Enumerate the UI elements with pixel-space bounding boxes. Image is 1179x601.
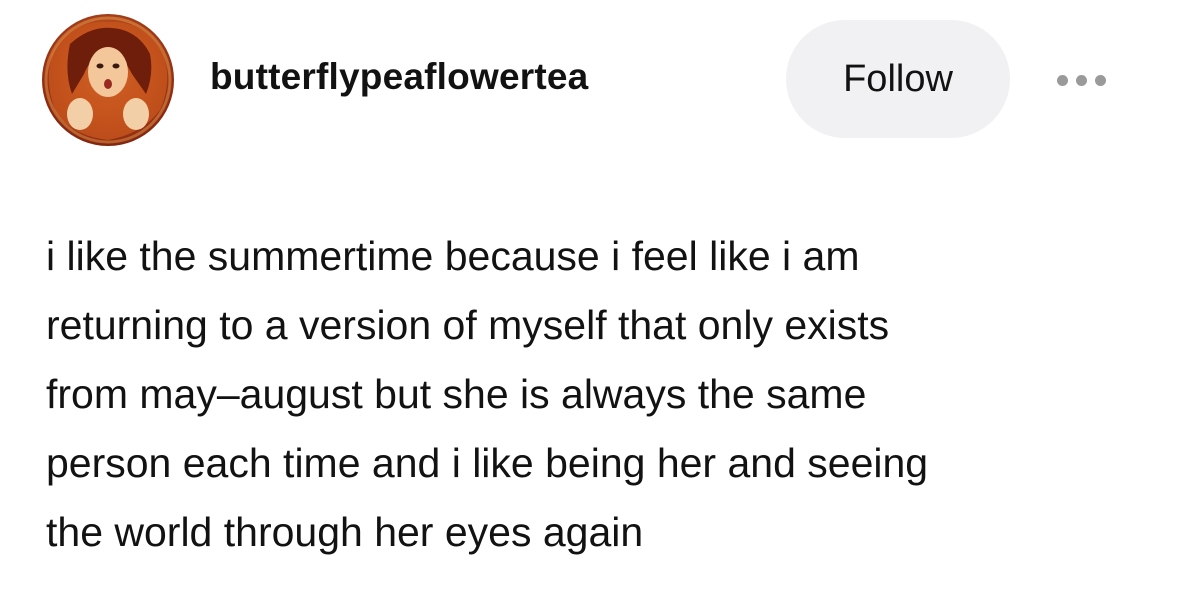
dot [1056, 74, 1068, 86]
avatar-image [44, 16, 172, 144]
post-text-line: returning to a version of myself that on… [46, 302, 890, 348]
post-body-text: i like the summertime because i feel lik… [46, 222, 1146, 567]
post-text-line: the world through her eyes again [46, 509, 644, 555]
follow-button[interactable]: Follow [786, 20, 1010, 138]
post-card: butterflypeaflowertea Follow i like the … [0, 0, 1179, 601]
dot [1075, 74, 1087, 86]
post-text-line: from may–august but she is always the sa… [46, 371, 867, 417]
dot [1094, 74, 1106, 86]
post-text-line: i like the summertime because i feel lik… [46, 233, 860, 279]
avatar[interactable] [42, 14, 174, 146]
more-options-icon[interactable] [1046, 62, 1116, 98]
post-text-line: person each time and i like being her an… [46, 440, 929, 486]
username[interactable]: butterflypeaflowertea [210, 56, 588, 98]
